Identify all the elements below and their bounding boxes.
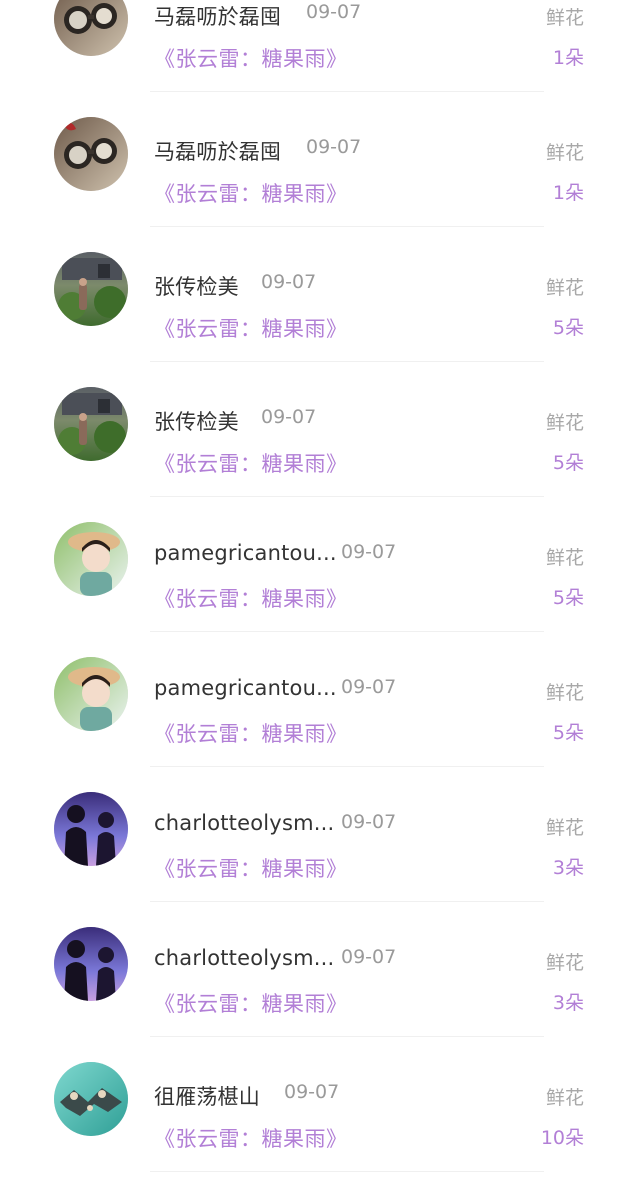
gift-title[interactable]: 《张云雷：糖果雨》 [154,718,348,748]
gift-title[interactable]: 《张云雷：糖果雨》 [154,43,348,73]
date: 09-07 [306,1,362,23]
list-item[interactable]: pamegricantou... 09-07 《张云雷：糖果雨》 鲜花 5朵 [0,497,640,632]
date: 09-07 [261,406,317,428]
gift-title[interactable]: 《张云雷：糖果雨》 [154,1123,348,1153]
gift-quantity: 5朵 [552,722,584,744]
gift-quantity: 10朵 [540,1127,584,1149]
vintage-goggles-avatar[interactable] [54,0,128,56]
gift-title[interactable]: 《张云雷：糖果雨》 [154,988,348,1018]
user-name[interactable]: charlotteolysm... [154,811,334,835]
gift-record-list: 马磊呖於磊囤 09-07 《张云雷：糖果雨》 鲜花 1朵 马磊呖於磊囤 09-0… [0,0,640,1172]
date: 09-07 [261,271,317,293]
list-item[interactable]: pamegricantou... 09-07 《张云雷：糖果雨》 鲜花 5朵 [0,632,640,767]
gift-quantity: 5朵 [552,317,584,339]
user-name[interactable]: 张传检美 [154,406,239,436]
gift-type: 鲜花 [545,547,584,569]
user-name[interactable]: 张传检美 [154,271,239,301]
gift-quantity: 5朵 [552,452,584,474]
gift-type: 鲜花 [545,682,584,704]
garden-house-avatar[interactable] [54,387,128,461]
gift-type: 鲜花 [545,1087,584,1109]
gift-title[interactable]: 《张云雷：糖果雨》 [154,178,348,208]
gift-type: 鲜花 [545,142,584,164]
gift-type: 鲜花 [545,7,584,29]
gift-title[interactable]: 《张云雷：糖果雨》 [154,448,348,478]
gift-type: 鲜花 [545,412,584,434]
gift-type: 鲜花 [545,277,584,299]
couple-silhouette-avatar[interactable] [54,792,128,866]
list-item[interactable]: 马磊呖於磊囤 09-07 《张云雷：糖果雨》 鲜花 1朵 [0,92,640,227]
list-item[interactable]: 张传检美 09-07 《张云雷：糖果雨》 鲜花 5朵 [0,227,640,362]
list-item[interactable]: 张传检美 09-07 《张云雷：糖果雨》 鲜花 5朵 [0,362,640,497]
gift-quantity: 5朵 [552,587,584,609]
user-name[interactable]: charlotteolysm... [154,946,334,970]
garden-house-avatar[interactable] [54,252,128,326]
user-name[interactable]: pamegricantou... [154,541,337,565]
date: 09-07 [284,1081,340,1103]
vintage-goggles-avatar[interactable] [54,117,128,191]
user-name[interactable]: 徂雁荡椹山 [154,1081,260,1111]
user-name[interactable]: 马磊呖於磊囤 [154,1,281,31]
date: 09-07 [306,136,362,158]
list-item[interactable]: charlotteolysm... 09-07 《张云雷：糖果雨》 鲜花 3朵 [0,767,640,902]
list-item[interactable]: charlotteolysm... 09-07 《张云雷：糖果雨》 鲜花 3朵 [0,902,640,1037]
gift-quantity: 1朵 [552,182,584,204]
girl-hat-avatar[interactable] [54,522,128,596]
date: 09-07 [341,541,397,563]
girl-hat-avatar[interactable] [54,657,128,731]
date: 09-07 [341,676,397,698]
gift-quantity: 1朵 [552,47,584,69]
list-item[interactable]: 徂雁荡椹山 09-07 《张云雷：糖果雨》 鲜花 10朵 [0,1037,640,1172]
gift-quantity: 3朵 [552,992,584,1014]
gift-title[interactable]: 《张云雷：糖果雨》 [154,853,348,883]
gift-title[interactable]: 《张云雷：糖果雨》 [154,313,348,343]
user-name[interactable]: pamegricantou... [154,676,337,700]
gift-type: 鲜花 [545,817,584,839]
couple-silhouette-avatar[interactable] [54,927,128,1001]
gift-quantity: 3朵 [552,857,584,879]
gift-title[interactable]: 《张云雷：糖果雨》 [154,583,348,613]
gift-type: 鲜花 [545,952,584,974]
date: 09-07 [341,811,397,833]
list-item[interactable]: 马磊呖於磊囤 09-07 《张云雷：糖果雨》 鲜花 1朵 [0,0,640,92]
user-name[interactable]: 马磊呖於磊囤 [154,136,281,166]
teal-pattern-avatar[interactable] [54,1062,128,1136]
date: 09-07 [341,946,397,968]
